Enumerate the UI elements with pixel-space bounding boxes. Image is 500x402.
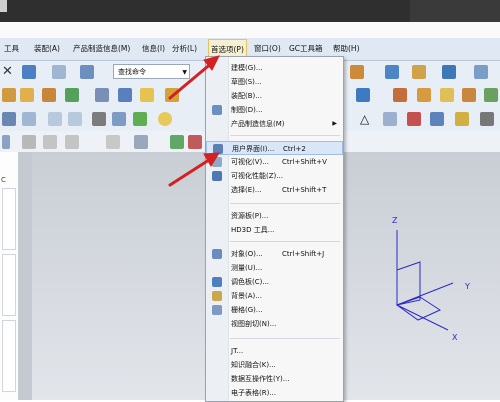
annotation-arrowhead [203, 152, 220, 167]
annotation-arrow-to-preferences [168, 60, 215, 100]
annotation-arrow-to-user-interface [168, 156, 214, 187]
annotation-arrows [168, 55, 220, 187]
